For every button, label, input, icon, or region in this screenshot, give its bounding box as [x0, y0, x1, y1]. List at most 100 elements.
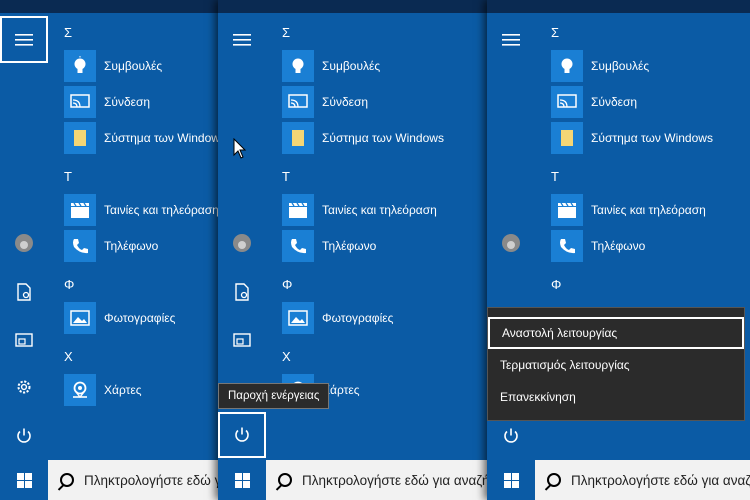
- app-item-connect[interactable]: Σύνδεση: [282, 85, 368, 119]
- account-button[interactable]: [487, 226, 535, 260]
- section-letter[interactable]: Τ: [551, 169, 559, 184]
- section-letter[interactable]: Σ: [282, 25, 290, 40]
- app-item-phone[interactable]: Τηλέφωνο: [282, 229, 376, 263]
- app-item-tips[interactable]: Συμβουλές: [551, 49, 649, 83]
- settings-button[interactable]: [0, 370, 48, 404]
- app-label: Τηλέφωνο: [591, 239, 646, 253]
- power-icon: [504, 428, 518, 443]
- windows-logo-icon: [16, 472, 32, 488]
- section-letter[interactable]: Φ: [64, 277, 74, 292]
- bulb-icon: [64, 50, 96, 82]
- app-item-windows-system[interactable]: Σύστημα των Windows: [282, 121, 444, 155]
- power-icon: [235, 427, 249, 442]
- start-rail: [0, 13, 48, 460]
- search-box[interactable]: Πληκτρολογήστε εδώ για αναζήτηση: [266, 460, 488, 500]
- pictures-icon: [15, 333, 33, 347]
- account-button[interactable]: [218, 226, 266, 260]
- account-button[interactable]: [0, 226, 48, 260]
- app-item-movies-tv[interactable]: Ταινίες και τηλεόραση: [551, 193, 706, 227]
- app-label: Συμβουλές: [104, 59, 163, 73]
- hamburger-icon: [502, 33, 520, 46]
- section-letter[interactable]: Χ: [282, 349, 291, 364]
- avatar: [233, 234, 251, 252]
- start-menu: Σ Συμβουλές Σύνδεση Σύστημα των Windows …: [218, 13, 488, 460]
- start-button[interactable]: [218, 460, 266, 500]
- shutdown-menu-item[interactable]: Τερματισμός λειτουργίας: [488, 349, 744, 381]
- app-item-maps[interactable]: Χάρτες: [64, 373, 141, 407]
- app-item-movies-tv[interactable]: Ταινίες και τηλεόραση: [64, 193, 219, 227]
- section-letter[interactable]: Φ: [282, 277, 292, 292]
- hamburger-menu-button[interactable]: [218, 16, 266, 63]
- section-letter[interactable]: Φ: [551, 277, 561, 292]
- app-label: Σύνδεση: [591, 95, 638, 109]
- start-menu: Σ Συμβουλές Σύνδεση Σύστημα των Windows …: [0, 13, 220, 460]
- app-label: Τηλέφωνο: [104, 239, 159, 253]
- app-item-connect[interactable]: Σύνδεση: [64, 85, 150, 119]
- search-icon: [60, 473, 74, 487]
- phone-icon: [551, 230, 583, 262]
- folder-icon: [551, 122, 583, 154]
- app-item-photos[interactable]: Φωτογραφίες: [64, 301, 175, 335]
- section-letter[interactable]: Τ: [64, 169, 72, 184]
- clapper-icon: [64, 194, 96, 226]
- hamburger-menu-button[interactable]: [0, 16, 48, 63]
- sleep-menu-item[interactable]: Αναστολή λειτουργίας: [488, 317, 744, 349]
- app-label: Ταινίες και τηλεόραση: [104, 203, 219, 217]
- pictures-button[interactable]: [218, 323, 266, 357]
- app-label: Σύστημα των Windows: [322, 131, 444, 145]
- connect-icon: [64, 86, 96, 118]
- app-item-tips[interactable]: Συμβουλές: [282, 49, 380, 83]
- bulb-icon: [551, 50, 583, 82]
- search-input[interactable]: Πληκτρολογήστε εδώ για αναζήτηση: [571, 473, 750, 488]
- app-item-phone[interactable]: Τηλέφωνο: [551, 229, 645, 263]
- power-button[interactable]: [487, 419, 535, 453]
- bulb-icon: [282, 50, 314, 82]
- restart-menu-item[interactable]: Επανεκκίνηση: [488, 381, 744, 413]
- section-letter[interactable]: Χ: [64, 349, 73, 364]
- search-input[interactable]: Πληκτρολογήστε εδώ για αναζήτηση: [302, 473, 488, 488]
- maps-icon: [64, 374, 96, 406]
- app-label: Τηλέφωνο: [322, 239, 377, 253]
- app-item-photos[interactable]: Φωτογραφίες: [282, 301, 393, 335]
- start-menu-panel-1: Σ Συμβουλές Σύνδεση Σύστημα των Windows …: [0, 0, 220, 500]
- search-box[interactable]: Πληκτρολογήστε εδώ για αναζήτηση: [48, 460, 220, 500]
- app-item-phone[interactable]: Τηλέφωνο: [64, 229, 158, 263]
- power-button[interactable]: [218, 412, 266, 458]
- app-label: Ταινίες και τηλεόραση: [591, 203, 706, 217]
- app-item-windows-system[interactable]: Σύστημα των Windows: [551, 121, 713, 155]
- app-item-movies-tv[interactable]: Ταινίες και τηλεόραση: [282, 193, 437, 227]
- app-label: Σύστημα των Windows: [591, 131, 713, 145]
- photos-icon: [282, 302, 314, 334]
- start-menu: Σ Συμβουλές Σύνδεση Σύστημα των Windows …: [487, 13, 750, 460]
- gear-icon: [17, 380, 31, 394]
- app-label: Σύνδεση: [322, 95, 369, 109]
- documents-button[interactable]: [0, 275, 48, 309]
- pictures-button[interactable]: [0, 323, 48, 357]
- app-label: Φωτογραφίες: [322, 311, 394, 325]
- app-item-windows-system[interactable]: Σύστημα των Windows: [64, 121, 220, 155]
- clapper-icon: [282, 194, 314, 226]
- start-button[interactable]: [487, 460, 535, 500]
- section-letter[interactable]: Τ: [282, 169, 290, 184]
- power-icon: [17, 428, 31, 443]
- documents-icon: [235, 283, 249, 301]
- power-button[interactable]: [0, 419, 48, 453]
- section-letter[interactable]: Σ: [64, 25, 72, 40]
- hamburger-menu-button[interactable]: [487, 16, 535, 63]
- documents-icon: [17, 283, 31, 301]
- app-label: Συμβουλές: [591, 59, 650, 73]
- app-item-tips[interactable]: Συμβουλές: [64, 49, 162, 83]
- documents-button[interactable]: [218, 275, 266, 309]
- search-icon: [278, 473, 292, 487]
- photos-icon: [64, 302, 96, 334]
- app-label: Σύστημα των Windows: [104, 131, 220, 145]
- search-box[interactable]: Πληκτρολογήστε εδώ για αναζήτηση: [535, 460, 750, 500]
- app-item-connect[interactable]: Σύνδεση: [551, 85, 637, 119]
- power-options-menu: Αναστολή λειτουργίας Τερματισμός λειτουρ…: [487, 307, 745, 421]
- section-letter[interactable]: Σ: [551, 25, 559, 40]
- app-list: Σ Συμβουλές Σύνδεση Σύστημα των Windows …: [48, 13, 220, 460]
- start-button[interactable]: [0, 460, 48, 500]
- app-label: Ταινίες και τηλεόραση: [322, 203, 437, 217]
- start-menu-panel-3: Σ Συμβουλές Σύνδεση Σύστημα των Windows …: [487, 0, 750, 500]
- search-input[interactable]: Πληκτρολογήστε εδώ για αναζήτηση: [84, 473, 220, 488]
